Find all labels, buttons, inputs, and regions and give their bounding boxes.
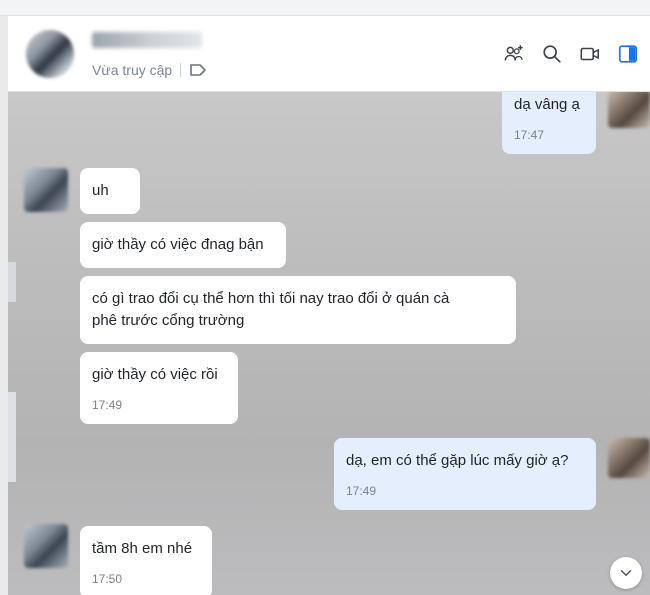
message-bubble-incoming[interactable]: có gì trao đổi cụ thể hơn thì tối nay tr… (80, 276, 516, 344)
left-panel-edge (8, 262, 16, 302)
contact-status: Vừa truy cập (92, 62, 207, 78)
add-member-icon (504, 45, 523, 61)
video-call-icon (580, 47, 600, 61)
scroll-to-bottom-button[interactable] (610, 557, 642, 589)
message-bubble-outgoing[interactable]: dạ vâng ạ 17:47 (502, 92, 596, 154)
header-actions (500, 40, 642, 68)
message-time: 17:50 (92, 572, 123, 586)
message-bubble-incoming[interactable]: giờ thầy có việc rồi 17:49 (80, 352, 238, 424)
message-time: 17:49 (346, 484, 377, 498)
message-bubble-incoming[interactable]: uh (80, 168, 140, 214)
status-text: Vừa truy cập (92, 62, 173, 78)
message-text: uh (92, 182, 109, 199)
chat-header: Vừa truy cập (8, 16, 650, 92)
tag-icon[interactable] (189, 63, 207, 77)
message-text: giờ thầy có việc đnag bận (92, 236, 264, 253)
message-time: 17:49 (92, 398, 123, 412)
add-member-button[interactable] (500, 40, 528, 68)
sidebar-toggle-icon (618, 45, 638, 63)
contact-name-redacted[interactable] (92, 32, 202, 48)
message-text: có gì trao đổi cụ thể hơn thì tối nay tr… (92, 290, 450, 329)
video-call-button[interactable] (576, 40, 604, 68)
status-divider (180, 63, 182, 77)
message-list[interactable]: dạ vâng ạ 17:47 uh giờ thầy có việc đnag… (8, 92, 650, 595)
message-text: tầm 8h em nhé (92, 540, 193, 557)
search-button[interactable] (538, 40, 566, 68)
chevron-down-icon (620, 570, 632, 576)
message-text: dạ, em có thể gặp lúc mấy giờ ạ? (346, 452, 569, 469)
my-avatar (608, 438, 650, 478)
contact-avatar-small[interactable] (24, 524, 68, 568)
left-panel-edge (8, 392, 16, 482)
my-avatar (608, 92, 650, 128)
contact-avatar[interactable] (26, 30, 74, 78)
message-text: giờ thầy có việc rồi (92, 366, 218, 383)
message-time: 17:47 (514, 128, 545, 142)
sidebar-toggle-button[interactable] (614, 40, 642, 68)
search-icon (543, 45, 561, 63)
contact-avatar-small[interactable] (24, 168, 68, 212)
message-bubble-incoming[interactable]: giờ thầy có việc đnag bận (80, 222, 286, 268)
message-bubble-incoming[interactable]: tầm 8h em nhé 17:50 (80, 526, 212, 595)
message-bubble-outgoing[interactable]: dạ, em có thể gặp lúc mấy giờ ạ? 17:49 (334, 438, 596, 510)
window-top-strip (0, 0, 650, 16)
message-text: dạ vâng ạ (514, 96, 580, 113)
